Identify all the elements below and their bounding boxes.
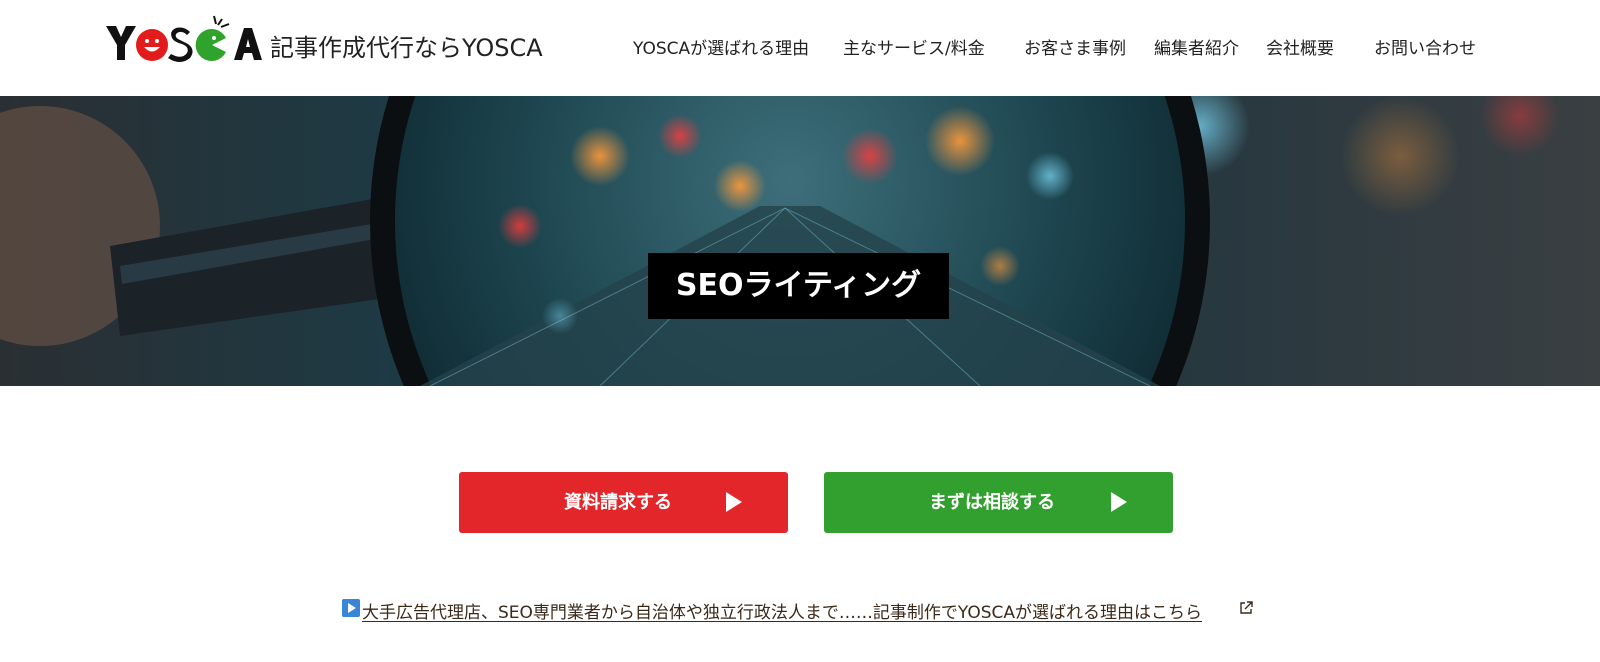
nav-services-pricing[interactable]: 主なサービス/料金 <box>843 34 985 59</box>
nav-company[interactable]: 会社概要 <box>1266 34 1334 59</box>
yosca-logo[interactable] <box>104 12 264 64</box>
hero-title-box: SEOライティング <box>648 253 949 319</box>
logo-letter-y <box>106 26 136 60</box>
hero-background-image <box>0 96 1600 386</box>
external-link-icon <box>1240 601 1253 614</box>
consult-label: まずは相談する <box>929 492 1055 513</box>
play-box-icon <box>342 599 360 617</box>
hero-banner: SEOライティング <box>0 96 1600 386</box>
site-header: 記事作成代行ならYOSCA YOSCAが選ばれる理由 主なサービス/料金 お客さ… <box>0 0 1600 96</box>
play-triangle-icon <box>1111 492 1127 512</box>
request-materials-button[interactable]: 資料請求する <box>459 472 788 533</box>
logo-red-face <box>136 29 168 61</box>
why-yosca-link[interactable]: 大手広告代理店、SEO専門業者から自治体や独立行政法人まで……記事制作でYOSC… <box>362 598 1202 623</box>
consult-button[interactable]: まずは相談する <box>824 472 1173 533</box>
request-materials-label: 資料請求する <box>564 492 672 513</box>
nav-case-studies[interactable]: お客さま事例 <box>1024 34 1126 59</box>
logo-green-face <box>195 15 230 61</box>
hero-title: SEOライティング <box>675 268 922 303</box>
nav-contact[interactable]: お問い合わせ <box>1374 34 1476 59</box>
nav-why-yosca[interactable]: YOSCAが選ばれる理由 <box>633 34 809 59</box>
site-tagline[interactable]: 記事作成代行ならYOSCA <box>270 28 543 63</box>
nav-editors[interactable]: 編集者紹介 <box>1154 34 1239 59</box>
play-triangle-icon <box>726 492 742 512</box>
